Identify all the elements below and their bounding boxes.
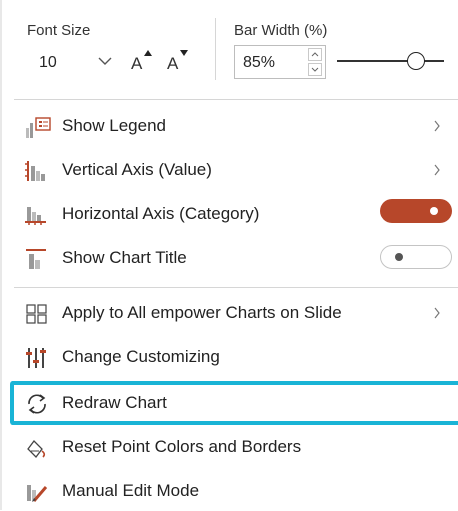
show-chart-title-toggle[interactable] — [380, 245, 452, 269]
menu-item-label: Vertical Axis (Value) — [62, 160, 212, 179]
edit-chart-icon — [27, 485, 48, 502]
bar-width-value: 85% — [243, 54, 276, 71]
toggle-knob — [395, 253, 403, 261]
menu-item-label: Apply to All empower Charts on Slide — [62, 303, 342, 322]
menu-item-change-customizing[interactable]: Change Customizing — [0, 337, 458, 377]
legend-icon — [26, 117, 51, 138]
selection-highlight — [10, 381, 458, 425]
triangle-down-icon — [180, 50, 188, 56]
font-size-label: Font Size — [27, 22, 91, 39]
bar-width-slider-track[interactable] — [337, 60, 444, 62]
sliders-icon — [26, 348, 46, 368]
spin-up-button[interactable] — [308, 48, 322, 61]
divider — [14, 99, 458, 100]
menu-item-label: Show Legend — [62, 116, 166, 135]
chevron-right-icon — [434, 120, 440, 132]
chart-options-menu: Font Size 10 A A Bar Width (%) 85% Show … — [0, 0, 458, 510]
chevron-right-icon — [434, 307, 440, 319]
menu-item-label: Horizontal Axis (Category) — [62, 204, 260, 223]
reset-colors-icon — [27, 440, 46, 458]
menu-item-label: Manual Edit Mode — [62, 481, 200, 500]
font-size-dropdown[interactable]: 10 — [27, 47, 119, 77]
menu-item-label: Change Customizing — [62, 347, 220, 366]
menu-item-apply-all[interactable]: Apply to All empower Charts on Slide — [0, 293, 458, 333]
chevron-up-icon — [311, 52, 319, 57]
grid-icon — [26, 304, 47, 324]
spin-down-button[interactable] — [308, 63, 322, 76]
bar-width-slider-thumb[interactable] — [407, 52, 425, 70]
menu-item-show-legend[interactable]: Show Legend — [0, 106, 458, 146]
menu-item-vertical-axis[interactable]: Vertical Axis (Value) — [0, 150, 458, 190]
chevron-down-icon — [98, 57, 112, 65]
chevron-down-icon — [311, 67, 319, 72]
chevron-right-icon — [434, 164, 440, 176]
toolbar-divider — [215, 18, 216, 80]
chart-title-icon — [26, 249, 46, 269]
horizontal-axis-toggle[interactable] — [380, 199, 452, 223]
menu-item-label: Show Chart Title — [62, 248, 187, 267]
shrink-font-button[interactable]: A — [164, 50, 190, 76]
bar-width-label: Bar Width (%) — [234, 22, 328, 39]
grow-font-button[interactable]: A — [128, 50, 154, 76]
grow-font-icon: A — [131, 54, 143, 73]
menu-item-manual-edit-mode[interactable]: Manual Edit Mode — [0, 471, 458, 511]
menu-item-reset-point-colors[interactable]: Reset Point Colors and Borders — [0, 427, 458, 467]
bar-width-input[interactable]: 85% — [234, 45, 326, 79]
font-size-value: 10 — [39, 54, 57, 71]
menu-item-label: Reset Point Colors and Borders — [62, 437, 302, 456]
divider — [14, 287, 458, 288]
toggle-knob — [430, 207, 438, 215]
shrink-font-icon: A — [167, 54, 179, 73]
triangle-up-icon — [144, 50, 152, 56]
horizontal-axis-icon — [25, 207, 46, 225]
vertical-axis-icon — [25, 161, 45, 181]
